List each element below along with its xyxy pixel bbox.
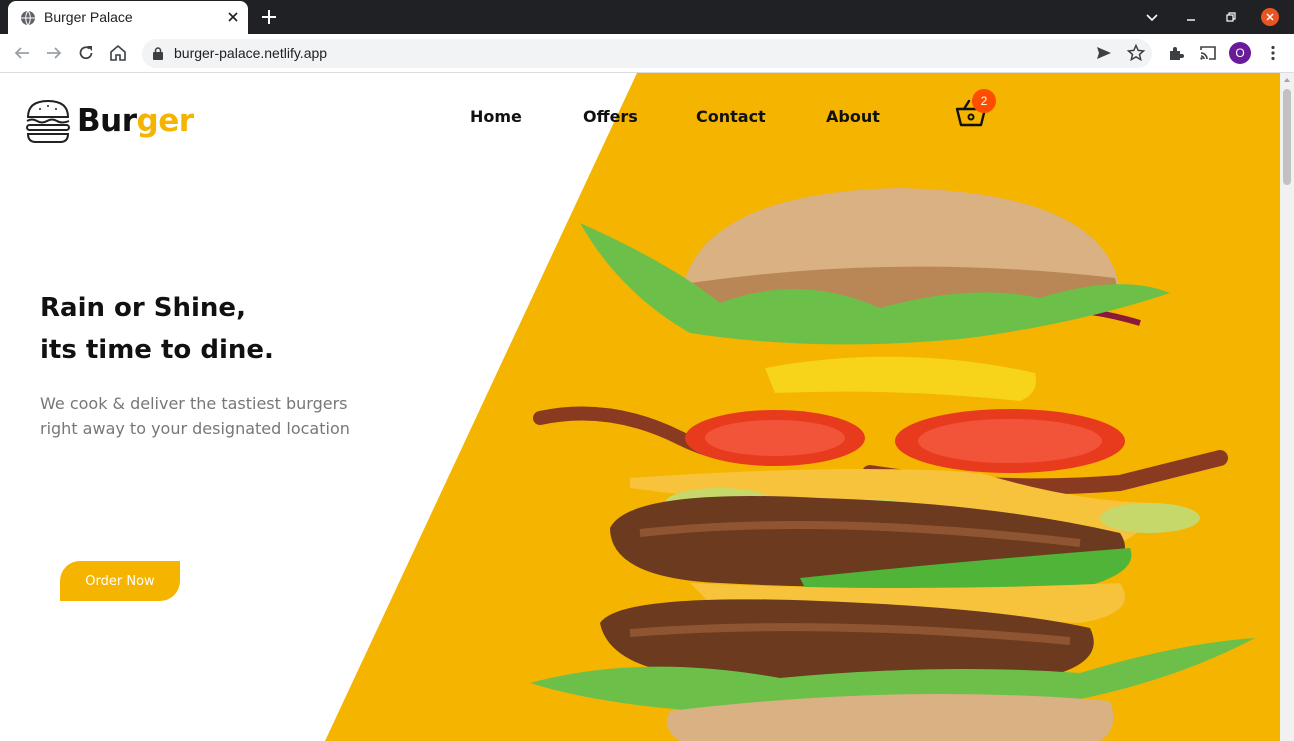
burger-logo-icon	[26, 99, 70, 143]
profile-avatar[interactable]: O	[1229, 42, 1251, 64]
scrollbar-thumb[interactable]	[1283, 89, 1291, 185]
url-text: burger-palace.netlify.app	[174, 45, 328, 61]
logo-text-accent: ger	[136, 103, 195, 139]
headline-line-2: its time to dine.	[40, 335, 274, 365]
extensions-icon[interactable]	[1166, 43, 1186, 63]
globe-icon	[21, 10, 35, 26]
logo-wordmark: Burger	[77, 103, 194, 139]
subtext-line-2: right away to your designated location	[40, 419, 350, 438]
browser-tab[interactable]: Burger Palace	[8, 1, 248, 34]
browser-tab-strip: Burger Palace	[0, 0, 1294, 34]
lock-icon	[153, 47, 163, 60]
send-icon[interactable]	[1094, 43, 1114, 63]
nav-link-about[interactable]: About	[826, 107, 880, 126]
nav-link-contact[interactable]: Contact	[696, 107, 766, 126]
forward-icon[interactable]	[44, 43, 64, 63]
back-icon[interactable]	[12, 43, 32, 63]
nav-link-offers[interactable]: Offers	[583, 107, 638, 126]
menu-kebab-icon[interactable]	[1263, 43, 1283, 63]
scroll-up-arrow-icon[interactable]	[1283, 76, 1291, 84]
tab-title: Burger Palace	[44, 9, 133, 25]
close-window-icon[interactable]	[1261, 8, 1279, 26]
new-tab-icon[interactable]	[260, 8, 278, 26]
cast-icon[interactable]	[1198, 43, 1218, 63]
hero-headline: Rain or Shine, its time to dine.	[40, 287, 460, 371]
close-tab-icon[interactable]	[226, 10, 240, 24]
browser-toolbar: burger-palace.netlify.app O	[0, 34, 1294, 73]
page-viewport: Burger Home Offers Contact About 2 Rain …	[0, 73, 1280, 741]
nav-link-home[interactable]: Home	[470, 107, 522, 126]
tab-search-chevron-icon[interactable]	[1143, 8, 1161, 26]
burger-hero-image	[530, 188, 1255, 741]
minimize-icon[interactable]	[1182, 8, 1200, 26]
bookmark-star-icon[interactable]	[1126, 43, 1146, 63]
page-scrollbar[interactable]	[1280, 73, 1294, 741]
address-bar[interactable]: burger-palace.netlify.app	[142, 39, 1152, 68]
home-icon[interactable]	[108, 43, 128, 63]
headline-line-1: Rain or Shine,	[40, 293, 246, 323]
reload-icon[interactable]	[76, 43, 96, 63]
restore-icon[interactable]	[1222, 8, 1240, 26]
order-now-button[interactable]: Order Now	[60, 561, 180, 601]
hero-subtext: We cook & deliver the tastiest burgers r…	[40, 391, 380, 441]
logo-text-dark: Bur	[77, 103, 137, 139]
cart-count-badge: 2	[972, 89, 996, 113]
subtext-line-1: We cook & deliver the tastiest burgers	[40, 394, 348, 413]
site-logo[interactable]: Burger	[24, 97, 194, 147]
